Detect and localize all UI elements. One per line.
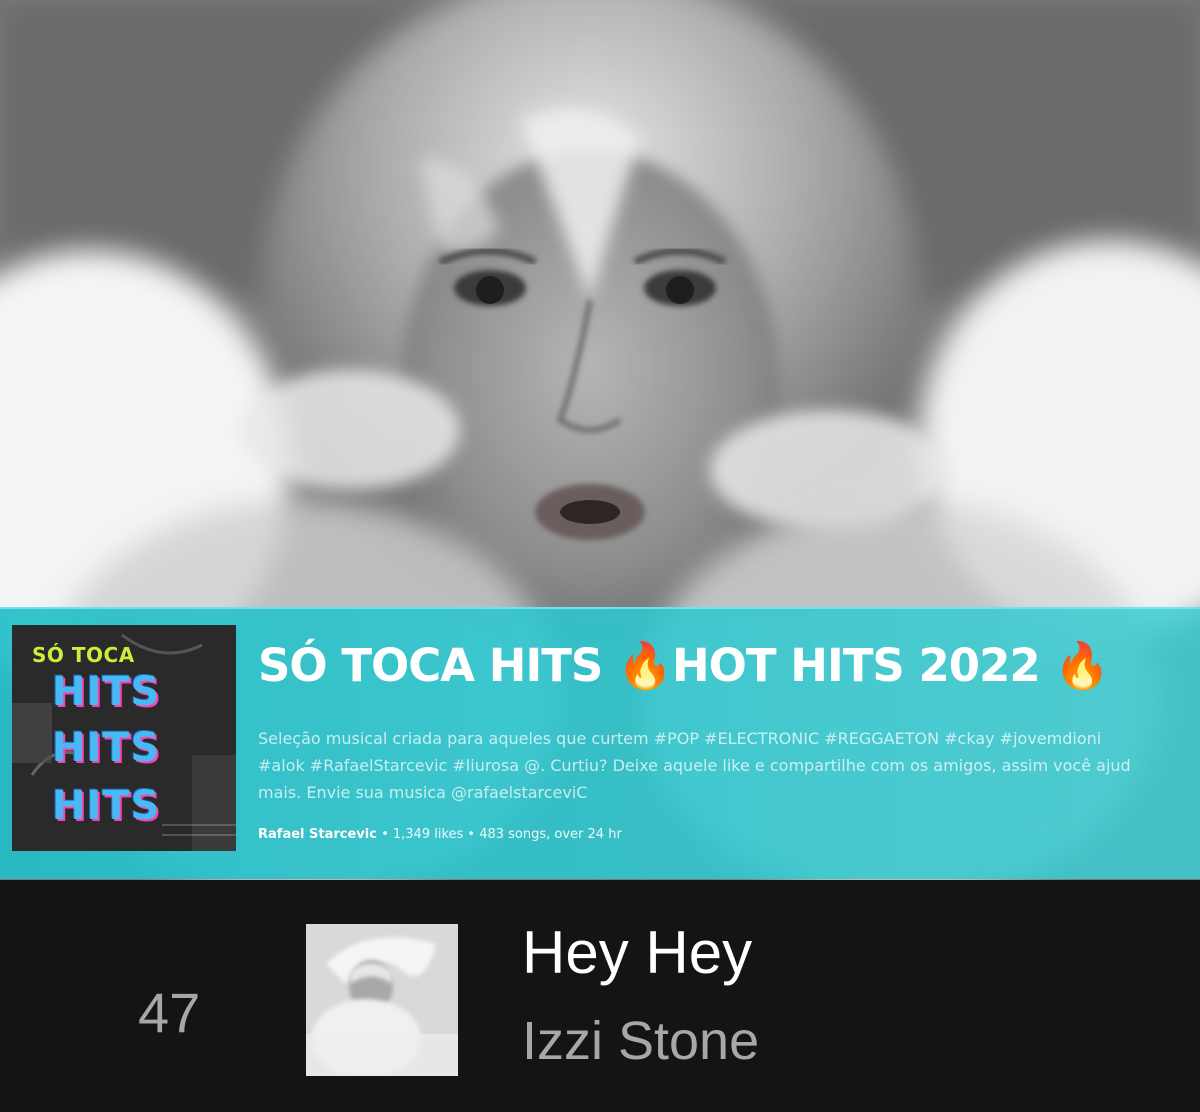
playlist-cover-image[interactable]: SÓ TOCA HITS HITS HITS bbox=[12, 625, 236, 851]
playlist-owner-link[interactable]: Rafael Starcevic bbox=[258, 827, 377, 842]
track-artist-link[interactable]: Izzi Stone bbox=[522, 1010, 759, 1072]
cover-hits-text: HITS bbox=[52, 783, 161, 829]
description-line: mais. Envie sua musica @rafaelstarceviC bbox=[258, 783, 588, 802]
track-row[interactable]: 47 Hey Hey Izzi Stone bbox=[0, 880, 1200, 1112]
track-title[interactable]: Hey Hey bbox=[522, 918, 752, 987]
playlist-title[interactable]: SÓ TOCA HITS 🔥HOT HITS 2022 🔥 bbox=[258, 639, 1110, 692]
cover-title-text: SÓ TOCA bbox=[32, 643, 135, 667]
cover-hits-text: HITS bbox=[52, 669, 161, 715]
track-number: 47 bbox=[138, 981, 201, 1044]
playlist-meta: Rafael Starcevic • 1,349 likes • 483 son… bbox=[258, 827, 622, 842]
description-line: Seleção musical criada para aqueles que … bbox=[258, 729, 1102, 748]
track-album-art bbox=[306, 924, 458, 1076]
playlist-description: Seleção musical criada para aqueles que … bbox=[258, 725, 1198, 806]
playlist-stats: • 1,349 likes • 483 songs, over 24 hr bbox=[376, 827, 622, 842]
cover-hits-text: HITS bbox=[52, 725, 161, 771]
album-art-illustration bbox=[306, 924, 458, 1076]
description-line: #alok #RafaelStarcevic #liurosa @. Curti… bbox=[258, 756, 1131, 775]
screenshot: SÓ TOCA HITS HITS HITS SÓ TOCA HITS 🔥HOT… bbox=[0, 0, 1200, 1112]
playlist-banner[interactable]: SÓ TOCA HITS HITS HITS SÓ TOCA HITS 🔥HOT… bbox=[0, 607, 1200, 879]
